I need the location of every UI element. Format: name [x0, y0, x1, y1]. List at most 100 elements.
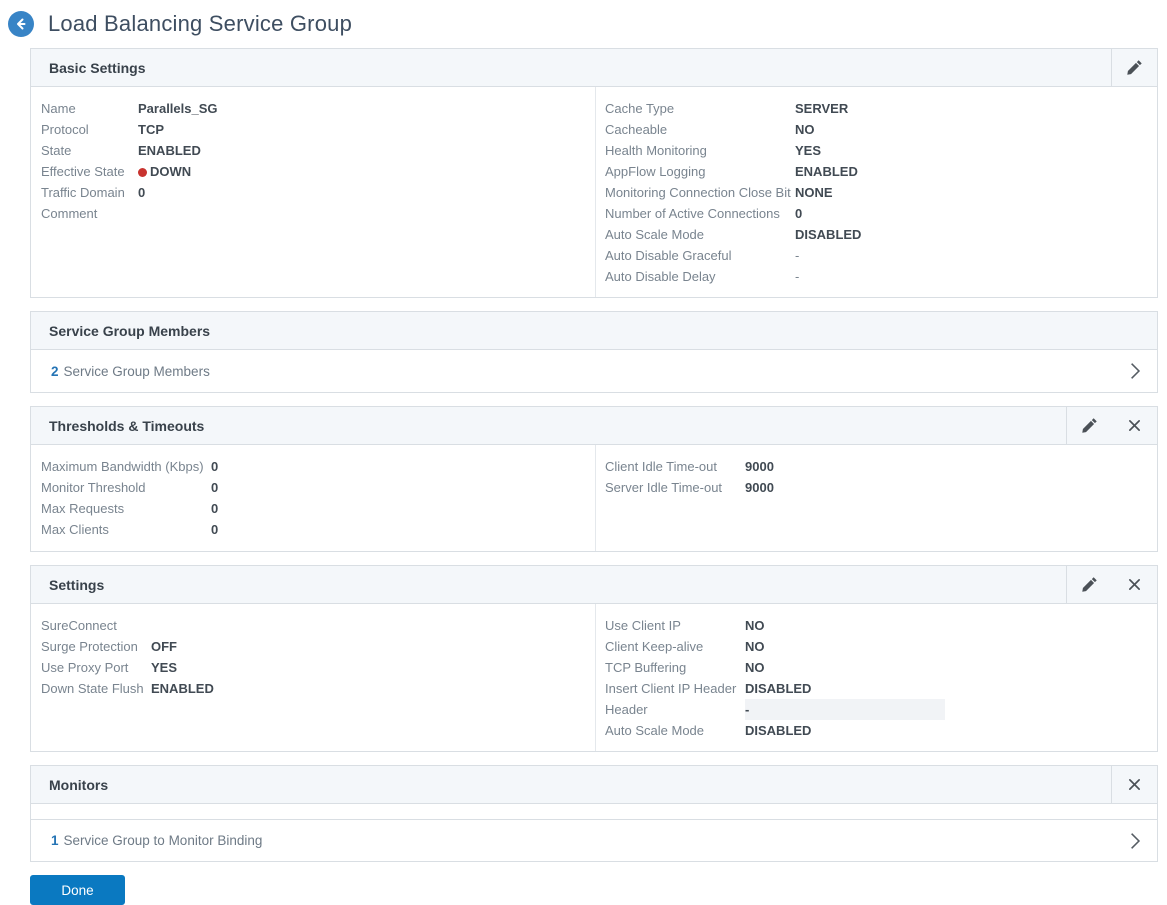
field-row: State ENABLED [41, 140, 585, 161]
field-value: NO [745, 618, 765, 633]
panel-actions [1066, 566, 1157, 603]
field-row: Health Monitoring YES [605, 140, 1147, 161]
basic-settings-left-column: Name Parallels_SG Protocol TCP State ENABLED E… [31, 87, 596, 297]
field-value: 0 [795, 206, 803, 221]
panel-thresholds-body: Maximum Bandwidth (Kbps) 0 Monitor Thresho… [31, 445, 1157, 551]
close-icon[interactable] [1112, 766, 1157, 803]
field-row: Auto Scale Mode DISABLED [605, 224, 1147, 245]
monitor-binding-label: Service Group to Monitor Binding [63, 833, 263, 848]
field-label: Max Requests [41, 501, 125, 516]
panel-settings-header: Settings [31, 566, 1157, 604]
field-label: Surge Protection [41, 639, 138, 654]
field-label: Insert Client IP Header [605, 681, 737, 696]
panel-title: Service Group Members [49, 322, 211, 339]
field-value: NO [745, 660, 765, 675]
field-row: Cacheable NO [605, 119, 1147, 140]
field-value: 0 [211, 501, 219, 516]
field-label: Number of Active Connections [605, 206, 780, 221]
close-icon[interactable] [1112, 407, 1157, 444]
field-value: YES [151, 660, 178, 675]
field-label: Cacheable [605, 122, 668, 137]
panel-monitors-header: Monitors [31, 766, 1157, 804]
page-titlebar: Load Balancing Service Group [0, 0, 1167, 48]
field-value: DOWN [138, 161, 191, 182]
member-row-label: Service Group Members [63, 363, 210, 379]
field-label: Cache Type [605, 101, 675, 116]
field-row: Auto Scale Mode DISABLED [605, 720, 1147, 741]
field-value: DISABLED [745, 723, 812, 738]
chevron-right-icon [1129, 832, 1141, 850]
field-value: - [745, 699, 945, 720]
panel-settings-body: SureConnect Surge Protection OFF Use Proxy … [31, 604, 1157, 751]
field-label: Auto Disable Graceful [605, 248, 732, 263]
pencil-icon[interactable] [1112, 49, 1157, 86]
field-label: Client Idle Time-out [605, 459, 717, 474]
monitor-binding-count: 1 [51, 833, 59, 848]
arrow-left-icon [14, 17, 28, 31]
field-row: Insert Client IP Header DISABLED [605, 678, 1147, 699]
field-row: Max Clients 0 [41, 519, 585, 540]
panel-thresholds-timeouts-header: Thresholds & Timeouts [31, 407, 1157, 445]
pencil-icon[interactable] [1067, 566, 1112, 603]
field-label: Use Client IP [605, 618, 681, 633]
field-row: Down State Flush ENABLED [41, 678, 585, 699]
field-value: ENABLED [795, 164, 858, 179]
chevron-right-icon [1129, 362, 1141, 380]
monitor-binding-row[interactable]: 1 Service Group to Monitor Binding [31, 819, 1157, 861]
field-label: Effective State [41, 164, 125, 179]
basic-settings-right-column: Cache Type SERVER Cacheable NO Health Monito… [596, 87, 1157, 297]
field-label: SureConnect [41, 618, 117, 633]
field-row: Client Idle Time-out 9000 [605, 456, 1147, 477]
field-row: AppFlow Logging ENABLED [605, 161, 1147, 182]
done-button[interactable]: Done [30, 875, 125, 905]
field-row: Monitoring Connection Close Bit NONE [605, 182, 1147, 203]
field-value: 0 [138, 185, 146, 200]
field-value: 9000 [745, 459, 774, 474]
field-row: Auto Disable Graceful - [605, 245, 1147, 266]
panel-actions [1111, 766, 1157, 803]
field-value: SERVER [795, 101, 849, 116]
field-label: Name [41, 101, 76, 116]
field-row: Use Client IP NO [605, 615, 1147, 636]
field-value: NO [745, 639, 765, 654]
field-row: Name Parallels_SG [41, 98, 585, 119]
field-value: ENABLED [138, 143, 201, 158]
panel-actions [1066, 407, 1157, 444]
panel-basic-settings: Basic Settings Name Parallels_SG Protocol T… [30, 48, 1158, 298]
thresholds-left-column: Maximum Bandwidth (Kbps) 0 Monitor Thresho… [31, 445, 596, 551]
field-row: Monitor Threshold 0 [41, 477, 585, 498]
member-count: 2 [51, 363, 59, 379]
field-label: Auto Disable Delay [605, 269, 716, 284]
field-label: Auto Scale Mode [605, 723, 705, 738]
field-value: 0 [211, 522, 219, 537]
field-label: Header [605, 702, 648, 717]
field-row: Effective State DOWN [41, 161, 585, 182]
page-title: Load Balancing Service Group [48, 11, 353, 36]
field-row: Use Proxy Port YES [41, 657, 585, 678]
service-group-members-row[interactable]: 2 Service Group Members [31, 350, 1157, 392]
field-label: State [41, 143, 72, 158]
field-label: Down State Flush [41, 681, 144, 696]
panel-monitors: Monitors 1 Service Group to Monitor Bind… [30, 765, 1158, 862]
field-value: YES [795, 143, 822, 158]
field-row: Protocol TCP [41, 119, 585, 140]
panel-service-group-members-header: Service Group Members [31, 312, 1157, 350]
field-value: 0 [211, 459, 219, 474]
field-row: Auto Disable Delay - [605, 266, 1147, 287]
thresholds-right-column: Client Idle Time-out 9000 Server Idle Time… [596, 445, 1157, 551]
status-down-dot [138, 168, 147, 177]
back-button[interactable] [8, 11, 34, 37]
field-value: DISABLED [745, 681, 812, 696]
field-row: Traffic Domain 0 [41, 182, 585, 203]
field-label: Maximum Bandwidth (Kbps) [41, 459, 204, 474]
field-row: TCP Buffering NO [605, 657, 1147, 678]
panel-service-group-members: Service Group Members 2 Service Group Me… [30, 311, 1158, 393]
field-label: TCP Buffering [605, 660, 687, 675]
field-label: Auto Scale Mode [605, 227, 705, 242]
pencil-icon[interactable] [1067, 407, 1112, 444]
field-value: TCP [138, 122, 164, 137]
field-row: Comment [41, 203, 585, 224]
close-icon[interactable] [1112, 566, 1157, 603]
field-label: Monitor Threshold [41, 480, 146, 495]
field-value: OFF [151, 639, 177, 654]
